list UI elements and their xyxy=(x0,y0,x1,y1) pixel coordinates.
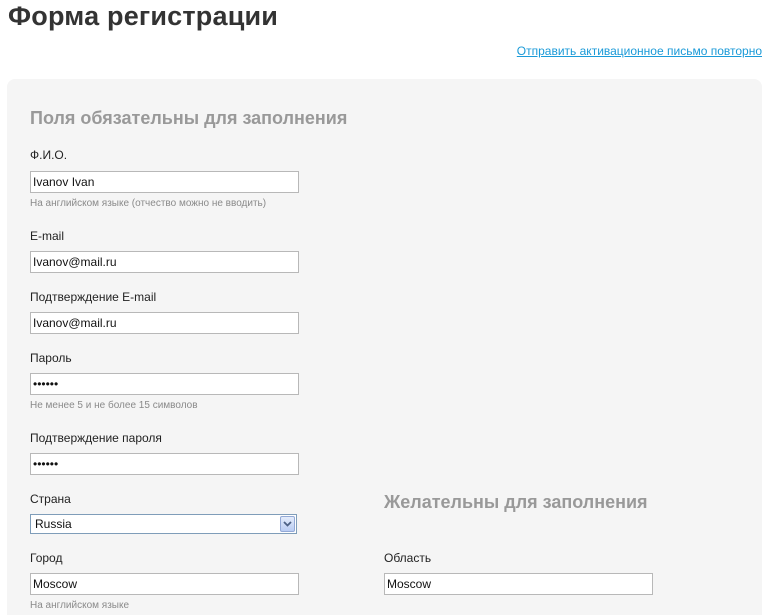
page-title: Форма регистрации xyxy=(8,1,279,31)
city-label: Город xyxy=(30,551,63,565)
password-input[interactable] xyxy=(30,373,299,395)
region-input[interactable] xyxy=(384,573,653,595)
country-select-value: Russia xyxy=(35,517,72,531)
resend-activation-link[interactable]: Отправить активационное письмо повторно xyxy=(517,44,762,58)
optional-section-title: Желательны для заполнения xyxy=(384,492,648,512)
chevron-down-icon[interactable] xyxy=(280,516,295,532)
email-input[interactable] xyxy=(30,251,299,273)
city-hint: На английском языке xyxy=(30,600,130,611)
registration-form-panel xyxy=(7,79,762,615)
fio-input[interactable] xyxy=(30,171,299,193)
registration-page: Форма регистрации Отправить активационно… xyxy=(0,0,764,615)
password-confirm-label: Подтверждение пароля xyxy=(30,431,162,445)
country-select[interactable]: Russia xyxy=(30,514,297,534)
fio-label: Ф.И.О. xyxy=(30,148,68,162)
password-hint: Не менее 5 и не более 15 символов xyxy=(30,400,198,411)
country-label: Страна xyxy=(30,492,71,506)
email-confirm-input[interactable] xyxy=(30,312,299,334)
city-input[interactable] xyxy=(30,573,299,595)
email-label: E-mail xyxy=(30,229,65,243)
region-label: Область xyxy=(384,551,432,565)
required-section-title: Поля обязательны для заполнения xyxy=(30,108,348,128)
email-confirm-label: Подтверждение E-mail xyxy=(30,290,157,304)
password-label: Пароль xyxy=(30,351,72,365)
password-confirm-input[interactable] xyxy=(30,453,299,475)
fio-hint: На английском языке (отчество можно не в… xyxy=(30,198,267,209)
